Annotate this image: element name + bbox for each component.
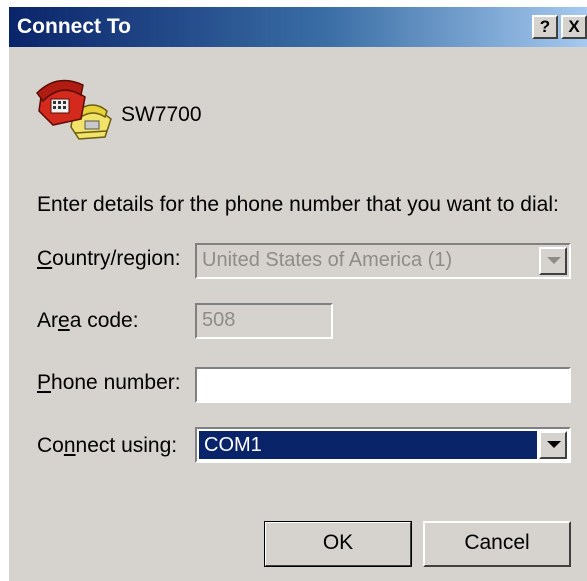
window-title: Connect To: [17, 15, 131, 38]
instruction-text: Enter details for the phone number that …: [37, 193, 559, 216]
country-region-value: United States of America (1): [202, 249, 453, 271]
connect-using-combo[interactable]: COM1: [195, 427, 571, 463]
chevron-down-icon: [547, 257, 561, 264]
connection-name: SW7700: [121, 103, 202, 126]
country-region-label: Country/region:: [37, 247, 181, 270]
area-code-label: Area code:: [37, 309, 139, 332]
help-icon: ?: [539, 17, 551, 36]
help-button[interactable]: ?: [532, 15, 558, 39]
title-bar[interactable]: Connect To ? X: [9, 7, 587, 47]
phone-number-input[interactable]: [195, 367, 571, 403]
country-region-dropdown-button[interactable]: [539, 247, 567, 275]
close-icon: X: [568, 17, 580, 36]
close-button[interactable]: X: [561, 15, 587, 39]
phone-number-label: Phone number:: [37, 371, 181, 394]
connect-to-dialog: Connect To ? X SW7700 Enter details for …: [8, 6, 587, 581]
country-region-combo[interactable]: United States of America (1): [195, 243, 571, 279]
chevron-down-icon: [547, 441, 561, 448]
area-code-input[interactable]: 508: [195, 303, 333, 339]
connect-using-label: Connect using:: [37, 434, 178, 457]
cancel-button[interactable]: Cancel: [423, 521, 571, 567]
connect-using-value: COM1: [199, 431, 537, 459]
connect-using-dropdown-button[interactable]: [539, 431, 567, 459]
ok-button[interactable]: OK: [264, 521, 412, 567]
red-phone-icon: [36, 79, 86, 126]
phone-connection-icon: [36, 79, 112, 140]
